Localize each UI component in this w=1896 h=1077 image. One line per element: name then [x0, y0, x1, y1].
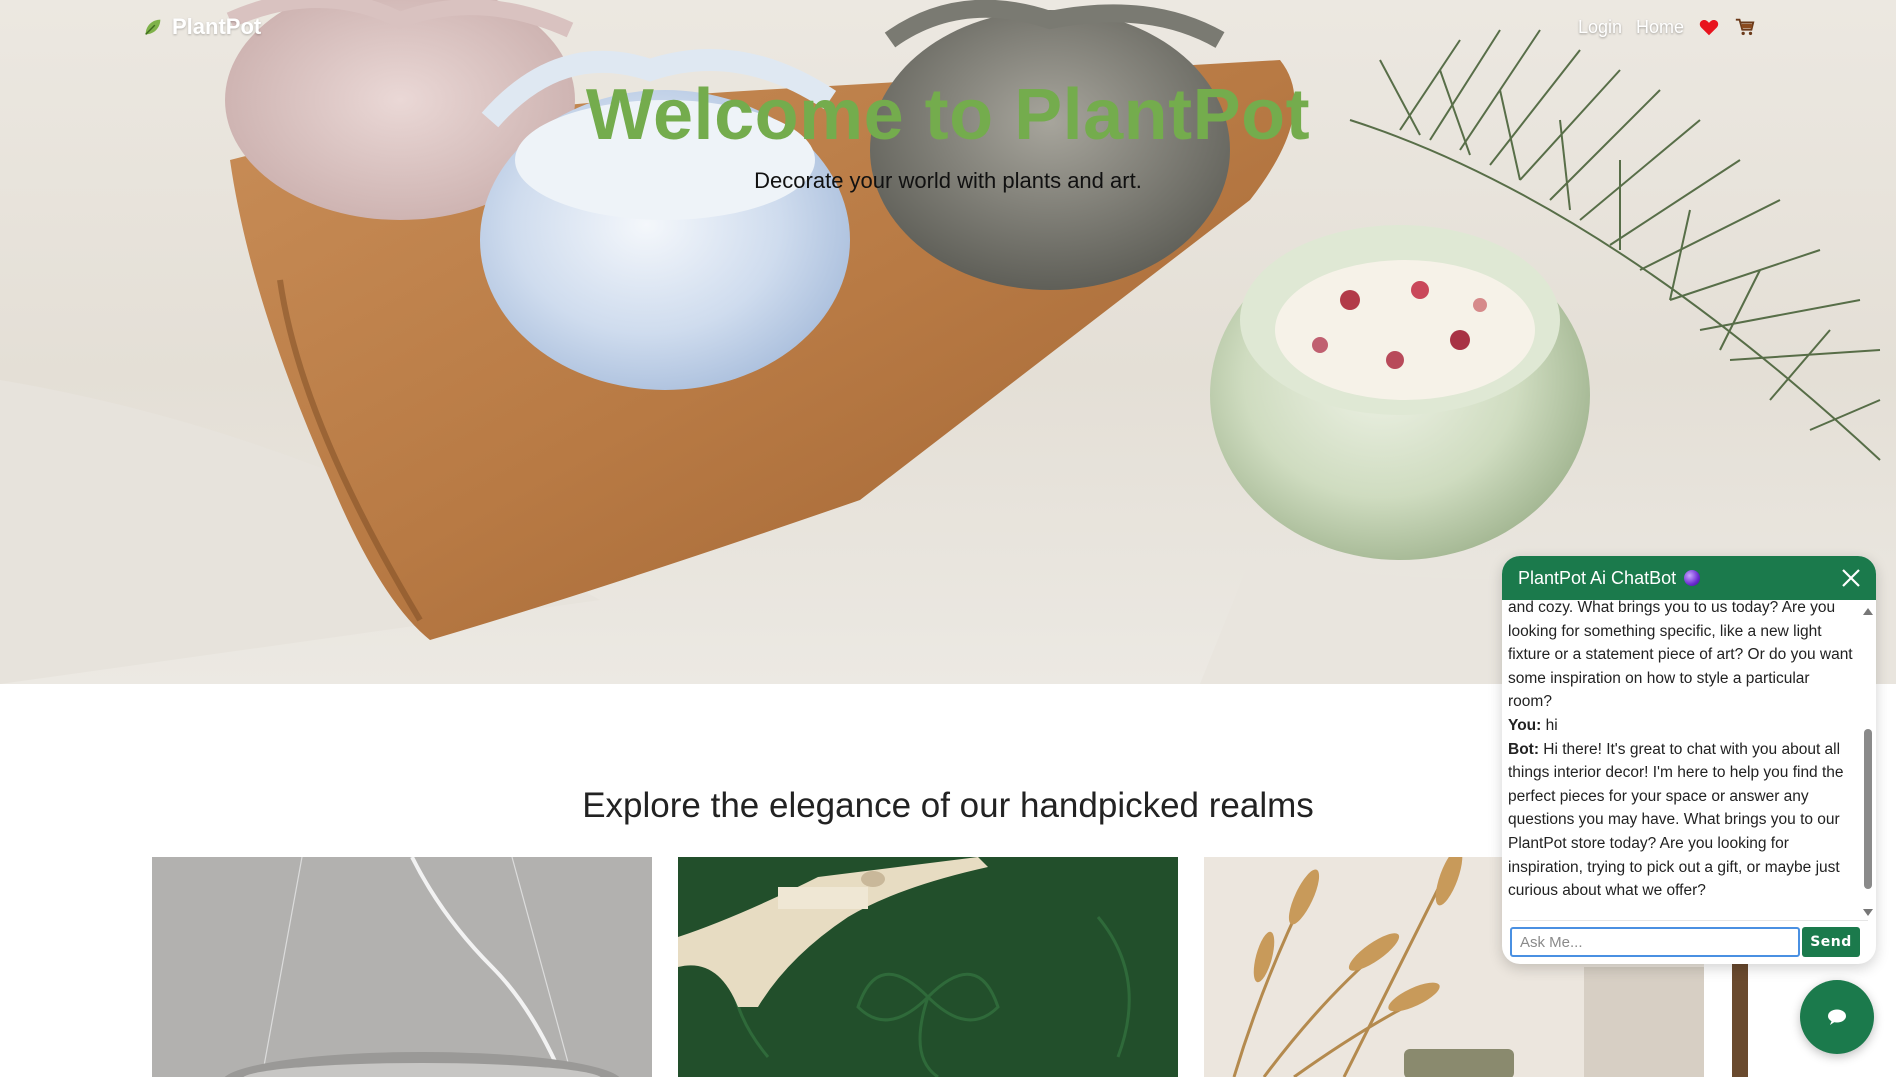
close-icon[interactable]: [1838, 565, 1864, 591]
chat-message: Bot: Hi there! It's great to chat with y…: [1508, 738, 1854, 903]
chat-message: You: hi: [1508, 714, 1854, 738]
navbar: PlantPot Login Home: [0, 0, 1896, 56]
chat-input[interactable]: [1510, 927, 1800, 957]
brand-name: PlantPot: [172, 14, 262, 39]
hero-subtitle: Decorate your world with plants and art.: [754, 168, 1142, 193]
category-card-rugs[interactable]: [678, 857, 1178, 1077]
message-text: and cozy. What brings you to us today? A…: [1508, 600, 1853, 711]
brand-link[interactable]: PlantPot: [142, 14, 261, 40]
chat-messages[interactable]: and cozy. What brings you to us today? A…: [1508, 600, 1854, 964]
message-speaker: Bot:: [1508, 740, 1539, 758]
leaf-icon: [145, 19, 161, 35]
card-edge-strip: [1732, 964, 1748, 1077]
hero-title: Welcome to PlantPot: [585, 75, 1311, 155]
card-image-lamp: [152, 857, 652, 1077]
scroll-thumb[interactable]: [1864, 729, 1872, 889]
message-text: Hi there! It's great to chat with you ab…: [1508, 740, 1844, 900]
category-card-lighting[interactable]: [152, 857, 652, 1077]
scroll-down-icon[interactable]: [1863, 909, 1873, 916]
chat-input-row: Send: [1510, 920, 1868, 959]
chatbot-header: PlantPot Ai ChatBot: [1502, 556, 1876, 600]
chat-bubble-icon: [1828, 1009, 1846, 1025]
card-image-rug: [678, 857, 1178, 1077]
crystal-ball-icon: [1684, 570, 1701, 586]
nav-links: Login Home: [1578, 16, 1756, 38]
heart-icon[interactable]: [1698, 16, 1720, 38]
chat-scrollbar[interactable]: [1862, 604, 1874, 920]
chatbot-panel: PlantPot Ai ChatBot and cozy. What bring…: [1502, 556, 1876, 964]
scroll-up-icon[interactable]: [1863, 608, 1873, 615]
message-speaker: You:: [1508, 716, 1542, 734]
cart-icon[interactable]: [1734, 16, 1756, 38]
message-text: hi: [1541, 716, 1558, 734]
chat-message: and cozy. What brings you to us today? A…: [1508, 600, 1854, 714]
send-button[interactable]: Send: [1802, 927, 1860, 957]
chatbot-title: PlantPot Ai ChatBot: [1518, 567, 1677, 588]
chat-toggle-button[interactable]: [1800, 980, 1874, 1054]
login-link[interactable]: Login: [1578, 17, 1622, 38]
home-link[interactable]: Home: [1636, 17, 1684, 38]
